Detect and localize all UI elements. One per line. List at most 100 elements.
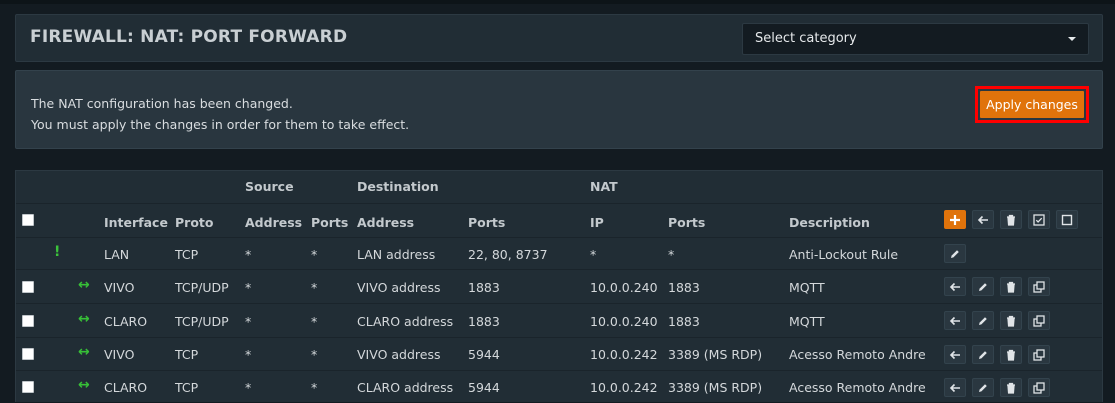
cell-proto: TCP [175, 347, 199, 362]
cell-interface: CLARO [104, 314, 148, 329]
table-group-header: Source Destination NAT [16, 171, 1102, 203]
pencil-icon [979, 350, 987, 359]
clone-icon [1033, 280, 1045, 293]
bidirectional-arrows-icon: ↔ [78, 344, 90, 360]
category-select-label: Select category [755, 31, 857, 46]
trash-icon [1007, 281, 1015, 293]
enable-selected-button[interactable] [1028, 210, 1050, 229]
delete-rule-button[interactable] [1000, 311, 1022, 330]
cell-source-address: * [245, 247, 252, 262]
row-checkbox[interactable] [22, 381, 34, 393]
clone-rule-button[interactable] [1028, 345, 1050, 364]
arrow-left-icon [949, 282, 960, 291]
cell-nat-ip: 10.0.0.240 [590, 280, 658, 295]
cell-destination-ports: 22, 80, 8737 [468, 247, 548, 262]
cell-interface: VIVO [104, 280, 135, 295]
cell-nat-ports: 3389 (MS RDP) [668, 380, 763, 395]
delete-rule-button[interactable] [1000, 277, 1022, 296]
arrow-left-icon [949, 316, 960, 325]
move-rule-button[interactable] [944, 345, 966, 364]
col-nat-ip: IP [590, 215, 604, 230]
cell-interface: CLARO [104, 380, 148, 395]
cell-description: Anti-Lockout Rule [789, 247, 899, 262]
arrow-left-icon [977, 215, 988, 224]
select-all-checkbox[interactable] [22, 214, 34, 226]
move-rule-button[interactable] [944, 378, 966, 397]
table-row: ↔ VIVO TCP/UDP * * VIVO address 1883 10.… [16, 269, 1102, 303]
row-checkbox[interactable] [22, 281, 34, 293]
col-source-ports: Ports [311, 215, 349, 230]
cell-interface: VIVO [104, 347, 135, 362]
page-title: FIREWALL: NAT: PORT FORWARD [30, 27, 348, 47]
cell-destination-ports: 1883 [468, 314, 500, 329]
cell-nat-ports: 3389 (MS RDP) [668, 347, 763, 362]
edit-rule-button[interactable] [944, 244, 966, 263]
cell-source-ports: * [311, 347, 318, 362]
cell-source-ports: * [311, 314, 318, 329]
delete-rule-button[interactable] [1000, 378, 1022, 397]
delete-selected-button[interactable] [1000, 210, 1022, 229]
pencil-icon [951, 249, 959, 258]
edit-rule-button[interactable] [972, 378, 994, 397]
square-icon [1061, 214, 1073, 225]
clone-rule-button[interactable] [1028, 277, 1050, 296]
cell-nat-ports: * [668, 247, 675, 262]
clone-rule-button[interactable] [1028, 378, 1050, 397]
cell-nat-ip: 10.0.0.240 [590, 314, 658, 329]
disable-selected-button[interactable] [1056, 210, 1078, 229]
col-description: Description [789, 215, 870, 230]
trash-icon [1007, 382, 1015, 394]
group-destination: Destination [357, 179, 439, 194]
cell-destination-address: VIVO address [357, 347, 441, 362]
col-source-address: Address [245, 215, 303, 230]
cell-proto: TCP [175, 380, 199, 395]
cell-source-address: * [245, 314, 252, 329]
cell-source-address: * [245, 347, 252, 362]
cell-destination-address: LAN address [357, 247, 436, 262]
apply-changes-button[interactable]: Apply changes [980, 91, 1084, 118]
cell-description: MQTT [789, 280, 825, 295]
col-destination-ports: Ports [468, 215, 506, 230]
move-selected-button[interactable] [972, 210, 994, 229]
plus-icon [950, 214, 960, 225]
bidirectional-arrows-icon: ↔ [78, 277, 90, 293]
cell-nat-ip: * [590, 247, 597, 262]
move-rule-button[interactable] [944, 277, 966, 296]
anti-lockout-status-icon: ! [54, 244, 61, 260]
clone-rule-button[interactable] [1028, 311, 1050, 330]
table-row: ↔ CLARO TCP * * CLARO address 5944 10.0.… [16, 370, 1102, 403]
row-checkbox[interactable] [22, 315, 34, 327]
edit-rule-button[interactable] [972, 311, 994, 330]
cell-nat-ports: 1883 [668, 280, 700, 295]
trash-icon [1007, 349, 1015, 361]
cell-interface: LAN [104, 247, 130, 262]
cell-destination-ports: 5944 [468, 380, 500, 395]
arrow-left-icon [949, 383, 960, 392]
config-changed-notice: The NAT configuration has been changed. … [15, 70, 1103, 149]
group-nat: NAT [590, 179, 618, 194]
trash-icon [1007, 214, 1015, 226]
pencil-icon [979, 316, 987, 325]
col-proto: Proto [175, 215, 214, 230]
col-nat-ports: Ports [668, 215, 706, 230]
edit-rule-button[interactable] [972, 345, 994, 364]
edit-rule-button[interactable] [972, 277, 994, 296]
add-rule-button[interactable] [944, 210, 966, 229]
table-column-header: Interface Proto Address Ports Address Po… [16, 203, 1102, 237]
table-row: ↔ VIVO TCP * * VIVO address 5944 10.0.0.… [16, 337, 1102, 370]
cell-proto: TCP/UDP [175, 280, 229, 295]
cell-source-address: * [245, 380, 252, 395]
bidirectional-arrows-icon: ↔ [78, 377, 90, 393]
notice-line-1: The NAT configuration has been changed. [31, 96, 293, 111]
move-rule-button[interactable] [944, 311, 966, 330]
category-select[interactable]: Select category [742, 23, 1089, 55]
check-square-icon [1033, 213, 1045, 226]
delete-rule-button[interactable] [1000, 345, 1022, 364]
trash-icon [1007, 315, 1015, 327]
row-checkbox[interactable] [22, 348, 34, 360]
cell-proto: TCP [175, 247, 199, 262]
cell-destination-address: CLARO address [357, 314, 454, 329]
notice-line-2: You must apply the changes in order for … [31, 117, 410, 132]
cell-description: MQTT [789, 314, 825, 329]
cell-source-address: * [245, 280, 252, 295]
